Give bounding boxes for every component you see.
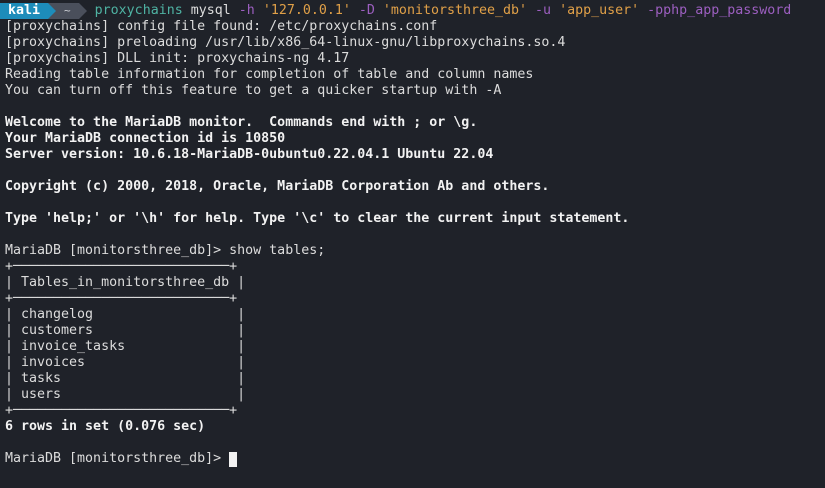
copyright-line: Copyright (c) 2000, 2018, Oracle, MariaD… [5, 179, 550, 194]
cmd-flag-h: -h [238, 3, 255, 18]
terminal[interactable]: kali ~ proxychains mysql -h '127.0.0.1' -D… [0, 3, 792, 467]
final-prompt: MariaDB [monitorsthree_db]> [5, 451, 230, 466]
cmd-binary: mysql [190, 3, 231, 18]
cmd-host: '127.0.0.1' [262, 3, 351, 18]
prompt-separator-icon [48, 3, 57, 19]
cursor [229, 452, 238, 467]
input-line[interactable]: MariaDB [monitorsthree_db]> [5, 451, 791, 467]
output-line: [proxychains] config file found: /etc/pr… [5, 19, 438, 34]
table-row: | customers | [5, 323, 246, 338]
cmd-flag-d: -D [358, 3, 375, 18]
prompt-end-icon [78, 3, 87, 19]
output-line: Reading table information for completion… [5, 67, 534, 82]
cmd-flag-u: -u [535, 3, 552, 18]
prompt-dir: ~ [56, 3, 79, 19]
query-line: MariaDB [monitorsthree_db]> show tables; [5, 243, 326, 258]
table-border: +───────────────────────────+ [5, 259, 238, 274]
cmd-user: 'app_user' [559, 3, 640, 18]
output-line: [proxychains] preloading /usr/lib/x86_64… [5, 35, 566, 50]
cmd-password: -pphp_app_password [647, 3, 792, 18]
cmd-database: 'monitorsthree_db' [382, 3, 528, 18]
output-line: [proxychains] DLL init: proxychains-ng 4… [5, 51, 350, 66]
table-row: | users | [5, 387, 246, 402]
cmd-program: proxychains [94, 3, 183, 18]
welcome-line: Welcome to the MariaDB monitor. Commands… [5, 115, 478, 130]
output-line: You can turn off this feature to get a q… [5, 83, 502, 98]
table-row: | changelog | [5, 307, 246, 322]
table-row: | invoice_tasks | [5, 339, 246, 354]
help-line: Type 'help;' or '\h' for help. Type '\c'… [5, 211, 630, 226]
table-header: | Tables_in_monitorsthree_db | [5, 275, 246, 290]
table-border: +───────────────────────────+ [5, 291, 238, 306]
table-border: +───────────────────────────+ [5, 403, 238, 418]
table-row: | tasks | [5, 371, 246, 386]
table-row: | invoices | [5, 355, 246, 370]
server-version-line: Server version: 10.6.18-MariaDB-0ubuntu0… [5, 147, 494, 162]
connection-id-line: Your MariaDB connection id is 10850 [5, 131, 286, 146]
command-line: kali ~ proxychains mysql -h '127.0.0.1' -D… [0, 3, 792, 19]
prompt-user: kali [0, 3, 49, 19]
result-line: 6 rows in set (0.076 sec) [5, 419, 206, 434]
